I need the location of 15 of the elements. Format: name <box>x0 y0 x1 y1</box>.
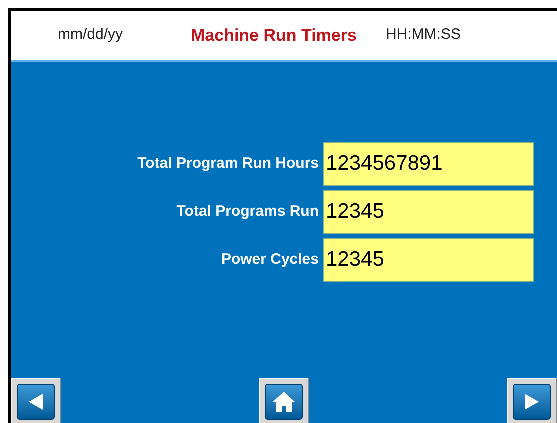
home-icon <box>272 391 296 413</box>
previous-button[interactable] <box>11 378 61 423</box>
next-button[interactable] <box>507 378 557 423</box>
screen-title: Machine Run Timers <box>191 24 357 47</box>
value-display: 12345 <box>323 190 534 234</box>
home-button[interactable] <box>259 378 309 423</box>
value-display: 12345 <box>323 238 534 282</box>
time-text: HH:MM:SS <box>386 25 461 46</box>
left-triangle-icon <box>28 393 44 411</box>
row-label: Total Programs Run <box>176 202 320 222</box>
right-triangle-icon <box>524 393 540 411</box>
date-text: mm/dd/yy <box>58 25 124 46</box>
row-label: Power Cycles <box>220 250 320 270</box>
row-label: Total Program Run Hours <box>136 154 320 174</box>
value-display: 1234567891 <box>323 142 534 186</box>
